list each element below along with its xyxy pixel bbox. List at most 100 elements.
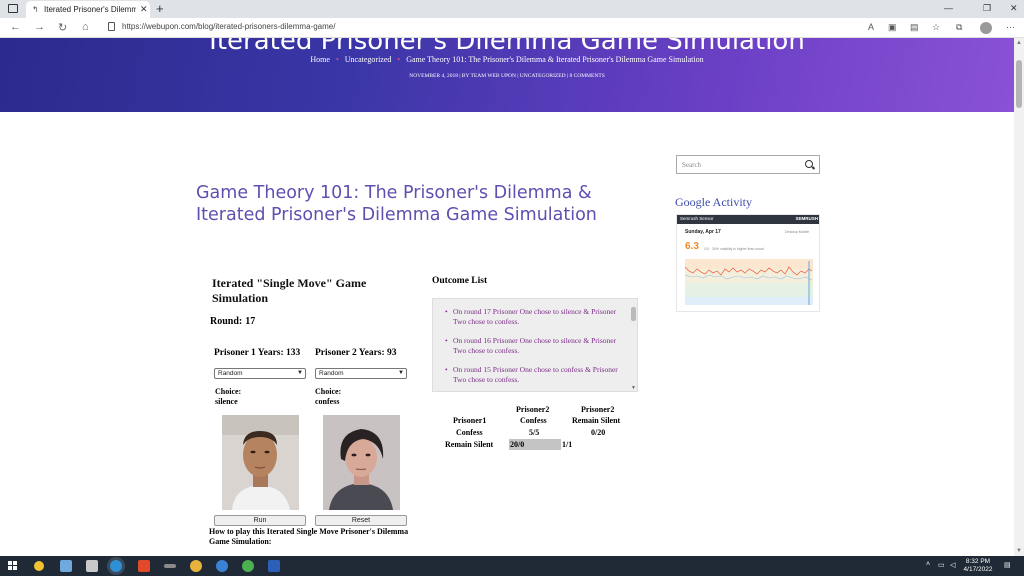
forward-icon[interactable]: → [34,21,45,33]
url-field[interactable]: https://webupon.com/blog/iterated-prison… [122,22,335,31]
internet-explorer-icon[interactable] [216,560,228,572]
row-header-remain-silent: Remain Silent [445,440,494,449]
page-favicon-icon: ↰ [32,5,39,14]
chrome-alt-icon[interactable] [242,560,254,572]
search-placeholder: Search [682,161,702,169]
page-scrollbar[interactable]: ▲ ▼ [1014,38,1024,556]
run-button[interactable]: Run [214,515,306,526]
prisoner2-choice-value: confess [315,397,340,406]
row-header-p1: Prisoner1 [453,416,487,425]
widget-header-title: Semrush Sensor [680,216,714,221]
hero-banner: Iterated Prisoner's Dilemma Game Simulat… [0,38,1014,112]
reading-view-icon[interactable]: ▤ [910,22,919,33]
col-header-p2: Prisoner2 [581,405,615,414]
col-header-remain-silent: Remain Silent [572,416,621,425]
prisoner1-mugshot [222,415,299,510]
calculator-icon[interactable] [60,560,72,572]
prisoner1-choice-value: silence [215,397,238,406]
app-available-icon[interactable]: ▣ [888,22,897,33]
widget-legend: Desktop Mobile [785,230,810,234]
breadcrumb-home[interactable]: Home [310,55,330,64]
search-input[interactable]: Search [676,155,820,174]
system-clock[interactable]: 8:32 PM 4/17/2022 [960,558,996,574]
notifications-icon[interactable]: ▤ [1004,561,1011,569]
prisoner2-strategy-select[interactable]: Random ▼ [315,368,407,379]
outcome-heading: Outcome List [432,276,488,286]
google-activity-title: Google Activity [675,195,752,209]
favorite-star-icon[interactable]: ☆ [932,22,940,33]
chevron-down-icon: ▼ [398,370,404,376]
collections-icon[interactable]: ⧉ [956,22,962,33]
breadcrumb-category[interactable]: Uncategorized [345,55,392,64]
tab-close-icon[interactable]: ✕ [140,4,148,15]
choice-label: Choice: [215,387,242,396]
clock-date: 4/17/2022 [963,566,993,573]
prisoner1-choice: Choice: silence [215,387,241,407]
cell-confess-silent: 0/20 [591,428,606,437]
volume-icon[interactable]: ◁ [950,561,955,569]
prisoner1-years: Prisoner 1 Years: 133 [214,348,301,358]
file-explorer-icon[interactable] [86,560,98,572]
home-icon[interactable]: ⌂ [82,21,89,33]
minimize-icon[interactable]: — [944,3,953,13]
chrome-icon[interactable] [190,560,202,572]
new-tab-icon[interactable]: + [156,1,164,16]
network-icon[interactable]: ▭ [938,561,945,569]
clock-time: 8:32 PM [965,558,991,565]
volatility-note: /10 · 34% volatility is higher than usua… [704,247,764,251]
breadcrumb-current: Game Theory 101: The Prisoner's Dilemma … [406,55,704,64]
scroll-down-icon[interactable]: ▼ [631,385,636,391]
cell-confess-confess: 5/5 [529,428,540,437]
reset-button[interactable]: Reset [315,515,407,526]
outcome-list[interactable]: On round 17 Prisoner One chose to silenc… [432,298,638,392]
col-header-p2: Prisoner2 [516,405,550,414]
more-menu-icon[interactable]: ⋯ [1006,22,1015,33]
address-bar: ← → ↻ ⌂ https://webupon.com/blog/iterate… [0,18,1024,38]
maximize-icon[interactable]: ❐ [983,3,991,14]
lock-icon[interactable] [108,22,115,31]
browser-tab[interactable]: ↰ Iterated Prisoner's Dilemma Gam ✕ [26,1,150,18]
post-title: Game Theory 101: The Prisoner's Dilemma … [196,183,597,225]
prisoner2-mugshot [323,415,400,510]
col-header-confess: Confess [520,416,547,425]
star-app-icon[interactable] [34,561,44,571]
volatility-chart [685,259,813,305]
list-item: On round 16 Prisoner One chose to silenc… [445,336,625,356]
taskbar: ˄ ▭ ◁ 8:32 PM 4/17/2022 ▤ [0,556,1024,576]
chevron-down-icon: ▼ [297,370,303,376]
list-item: On round 15 Prisoner One chose to confes… [445,365,625,385]
office-icon[interactable] [138,560,150,572]
edge-browser-icon[interactable] [110,560,122,572]
scroll-up-icon[interactable]: ▲ [1014,38,1024,48]
window-menu-icon[interactable] [8,4,18,13]
scroll-thumb[interactable] [1016,60,1022,108]
key-tool-icon[interactable] [164,564,176,568]
close-window-icon[interactable]: ✕ [1010,3,1018,14]
semrush-sensor-widget[interactable]: Semrush Sensor SEMRUSH Sunday, Apr 17 De… [676,214,820,312]
read-aloud-icon[interactable]: A [868,22,874,32]
prisoner1-strategy-value: Random [218,370,243,377]
howto-heading: How to play this Iterated Single Move Pr… [209,527,409,546]
word-icon[interactable] [268,560,280,572]
breadcrumb: Home • Uncategorized • Game Theory 101: The … [0,55,1014,64]
prisoner2-strategy-value: Random [319,370,344,377]
prisoner2-years: Prisoner 2 Years: 93 [315,348,397,358]
list-item: On round 17 Prisoner One chose to silenc… [445,307,625,327]
prisoner1-strategy-select[interactable]: Random ▼ [214,368,306,379]
search-icon[interactable] [805,160,813,168]
windows-start-icon[interactable] [8,561,18,571]
row-header-confess: Confess [456,428,483,437]
outcome-scroll-thumb[interactable] [631,307,636,321]
cell-silent-silent: 1/1 [562,440,573,449]
tray-chevron-icon[interactable]: ˄ [926,561,930,568]
round-value: 17 [245,316,256,327]
breadcrumb-separator-icon: • [397,55,401,64]
refresh-icon[interactable]: ↻ [58,21,67,34]
post-meta: NOVEMBER 4, 2018 | BY TEAM WEB UPON | UN… [409,73,605,79]
semrush-logo: SEMRUSH [795,216,818,221]
profile-avatar[interactable] [980,22,992,34]
back-icon[interactable]: ← [10,21,21,33]
scroll-down-icon[interactable]: ▼ [1014,546,1024,556]
tab-title: Iterated Prisoner's Dilemma Gam [44,5,136,14]
hero-title: Iterated Prisoner's Dilemma Game Simulat… [209,38,805,56]
